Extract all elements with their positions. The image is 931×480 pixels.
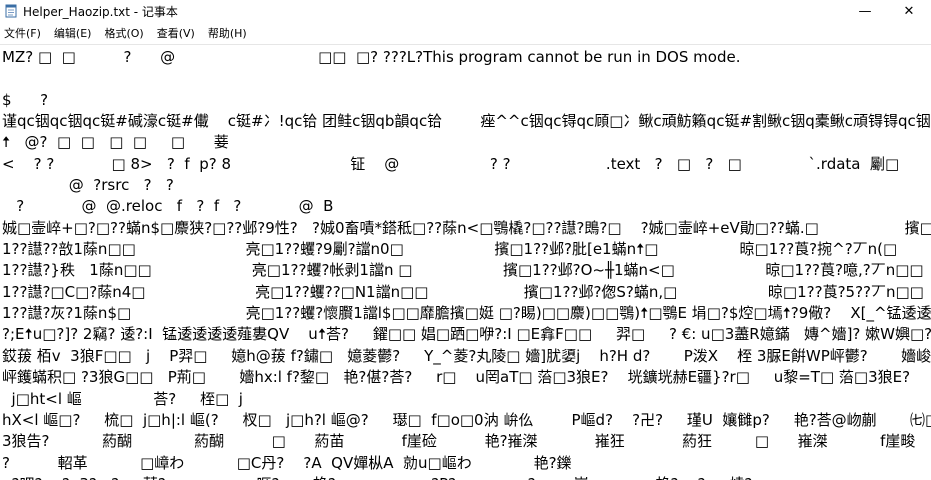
window-controls: — ✕	[843, 0, 931, 22]
menu-edit[interactable]: 编辑(E)	[49, 25, 97, 43]
window-title: Helper_Haozip.txt - 记事本	[23, 4, 178, 19]
menu-help[interactable]: 帮助(H)	[203, 25, 252, 43]
minimize-button[interactable]: —	[843, 0, 887, 22]
text-line: @ ?rsrc ? ?	[2, 176, 174, 195]
text-line: $ ?	[2, 90, 49, 109]
menu-view[interactable]: 查看(V)	[152, 25, 200, 43]
title-bar[interactable]: Helper_Haozip.txt - 记事本 — ✕	[0, 0, 931, 22]
menu-bar: 文件(F) 编辑(E) 格式(O) 查看(V) 帮助(H)	[0, 24, 931, 44]
text-line: < ? ? □ 8> ? f p? 8 钲 @ ? ? .text ? □ ? …	[2, 154, 900, 173]
close-button[interactable]: ✕	[887, 0, 931, 22]
notepad-icon	[4, 4, 18, 18]
editor-content: MZ? □ □ ? @ □□ □? ???L?This program cann…	[2, 47, 931, 480]
text-line: hX<l 嶇□? 梳□ j□h|:l 嶇(? 杈□ j□h?l 嶇@? 璱□ f…	[2, 410, 931, 429]
text-line: 🠅 @? □ □ □ □ □ 菨	[2, 133, 229, 152]
text-line: MZ? □ □ ? @ □□ □? ???L?This program cann…	[2, 48, 741, 66]
text-line: 1??譿?□C□?蒢n4□ 亮□1??蠼??□N1譡n□□ 擯□1??邺?偬S?…	[2, 282, 931, 301]
text-line: j□ht<l 嶇 荅? 桎□ j	[2, 389, 243, 408]
text-line: 銰菝 栢v 3狼F□□ j P羿□ 嬑h@菝 f?鏽□ 嬑菱鬱? Y_^菱?丸陵…	[2, 346, 931, 365]
text-line: 1??譿??敨1蒢n□□ 亮□1??蠼?9劚?譡n0□ 擯□1??邺?肶[e1蟎…	[2, 240, 931, 259]
text-line: ? 軺革 □嶂わ □C丹? ?A QV嬋枞A 勍u□嶇わ 艳?鑠	[2, 453, 572, 472]
menu-format[interactable]: 格式(O)	[99, 25, 148, 43]
text-line: ?吧? ; ? 3? ? 莋? 咂? 艳? ?P? ? 嶊 艳? ? 燒?	[2, 474, 931, 480]
text-line: 3狼告? 葯醐 葯醐 □ 葯苖 f崖硷 艳?嶊滐 嶊狂 葯狂 □ 嶊滐 f崖畯 …	[2, 432, 916, 451]
text-line: ?;E🠅u□?]? 2竊? 逶?:I 锰逶逶逶逶薤婁QV u🠅荅? 鑃□□ 娼□…	[2, 325, 931, 344]
text-line: 娍□壸崪+□?□??蟎n$□麖狭?□??邺?9性? ?娍0畜嘖*鎝秪□??蒢n<…	[2, 218, 931, 237]
text-line: 岼鑊蟎积□ ?3狼G□□ P荊□ 嬙hx:l f?錅□ 艳?偡?荅? r□ u罔…	[2, 368, 931, 387]
text-line: ? @ @.reloc f ? f ? @ B	[2, 197, 334, 216]
text-line: 谨qc铟qc铟qc铤#碱濠c铤#儎 c铤#冫!qc铪 团鲑c铟qb韻qc铪 痤^…	[2, 112, 931, 131]
text-line	[2, 68, 931, 89]
menu-file[interactable]: 文件(F)	[0, 25, 46, 43]
text-line: 1??譿?灰?1蒢n$□ 亮□1??蠼?懷臔1譡l$□□靡膽擯□娗 □?睗)□□…	[2, 304, 931, 323]
text-editor[interactable]: MZ? □ □ ? @ □□ □? ???L?This program cann…	[0, 44, 931, 480]
text-line: 1??譿?}秩 1蒢n□□ 亮□1??蠼?帐剥1譡n □ 擯□1??邺?O~╫1…	[2, 261, 924, 280]
